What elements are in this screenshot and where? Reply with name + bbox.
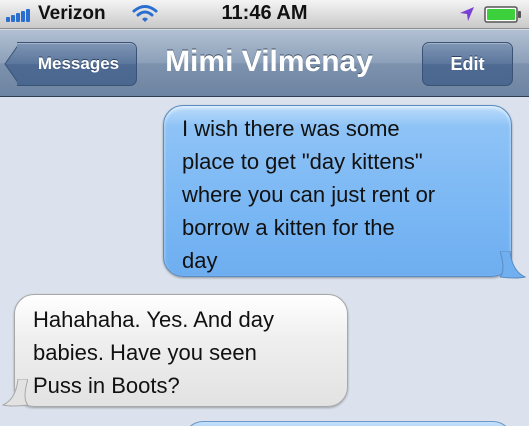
location-arrow-icon [460,7,474,21]
status-time: 11:46 AM [221,2,308,24]
navigation-bar: Messages Mimi Vilmenay Edit [0,29,529,97]
status-bar: Verizon 11:46 AM [0,0,529,29]
conversation-thread[interactable]: I wish there was some place to get "day … [0,97,529,426]
next-message-bubble-edge [183,421,513,426]
sent-message-bubble[interactable]: I wish there was some place to get "day … [163,105,512,277]
edit-button[interactable]: Edit [422,42,513,86]
edit-button-label: Edit [450,53,485,74]
message-line: babies. Have you seen [33,340,257,365]
message-line: Hahahaha. Yes. And day [33,307,274,332]
message-line: borrow a kitten for the [182,215,395,240]
received-message-bubble[interactable]: Hahahaha. Yes. And day babies. Have you … [14,294,348,407]
battery-icon [484,6,521,23]
messages-screen: Verizon 11:46 AM Messages Mimi Vilmenay … [0,0,529,426]
sent-bubble-tail [500,251,526,279]
message-line: I wish there was some [182,116,400,141]
received-bubble-tail [2,379,28,407]
message-line: Puss in Boots? [33,373,180,398]
back-button-label: Messages [37,54,120,73]
messages-back-button[interactable]: Messages [17,42,137,86]
conversation-title: Mimi Vilmenay [165,45,373,78]
message-line: place to get "day kittens" [182,149,423,174]
message-line: day [182,248,218,273]
message-line: where you can just rent or [182,182,436,207]
